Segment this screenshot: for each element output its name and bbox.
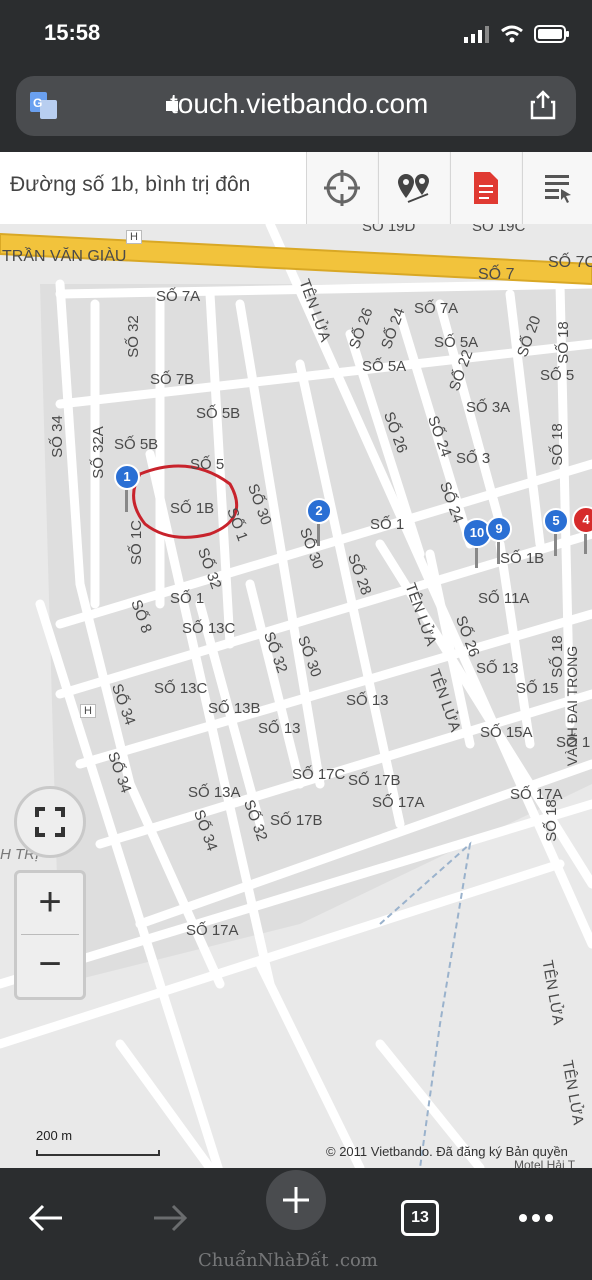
new-tab-button[interactable]	[266, 1170, 326, 1230]
pin-number: 9	[486, 516, 512, 542]
road-label: SỐ 34	[48, 415, 66, 458]
road-label: SỐ 13B	[208, 700, 261, 717]
road-label: SỐ 3	[456, 450, 491, 467]
map-pin[interactable]: 4	[572, 506, 592, 554]
road-label: SỐ 17C	[292, 766, 346, 783]
poi-label: Motel Hải T	[514, 1158, 576, 1168]
road-label: SỐ 32A	[89, 426, 107, 479]
tabs-button[interactable]: 13	[390, 1188, 450, 1248]
scale-bar	[36, 1150, 160, 1156]
road-label: SỐ 1B	[170, 500, 215, 517]
map-pin[interactable]: 5	[543, 508, 569, 556]
pin-number: 2	[306, 498, 332, 524]
forward-arrow-icon	[154, 1204, 188, 1232]
menu-list-icon	[545, 175, 571, 203]
fullscreen-button[interactable]	[14, 786, 86, 858]
search-input[interactable]	[8, 172, 270, 198]
road-label: SỐ 7B	[150, 371, 195, 388]
pin-number: 5	[543, 508, 569, 534]
watermark: ChuẩnNhàĐất .com	[198, 1250, 378, 1271]
plus-icon	[283, 1187, 309, 1213]
road-label: SỐ 5	[190, 456, 225, 473]
road-label: SỐ 19D	[362, 224, 416, 235]
crosshair-icon	[324, 170, 360, 206]
status-bar: 15:58	[0, 0, 592, 70]
road-label: SỐ 13	[346, 692, 389, 709]
layers-menu-button[interactable]	[522, 152, 592, 224]
road-label: SỐ 13	[258, 720, 301, 737]
svg-text:G: G	[33, 96, 42, 110]
road-label: SỐ 1	[370, 516, 405, 533]
fullscreen-icon	[35, 807, 65, 837]
road-label: SỐ 1	[170, 590, 205, 607]
zoom-control: + −	[14, 870, 86, 1000]
map-pin[interactable]: 9	[486, 516, 512, 564]
road-label: SỐ 13C	[154, 680, 208, 697]
map-toolbar	[0, 152, 592, 225]
road-label: SỐ 11A	[478, 590, 530, 607]
road-label: SỐ 13	[476, 660, 519, 677]
pin-number: 1	[114, 464, 140, 490]
road-label: SỐ 5B	[196, 405, 241, 422]
road-label: VÀNH ĐAI TRONG	[564, 645, 581, 767]
road-label: SỐ 5B	[114, 436, 159, 453]
road-label: TRẦN VĂN GIÀU	[2, 248, 127, 265]
road-label: SỐ 17B	[270, 812, 323, 829]
map-pin[interactable]: 1	[114, 464, 140, 512]
road-label: SỐ 3A	[466, 399, 511, 416]
road-label: SỐ 17A	[372, 794, 425, 811]
battery-icon	[534, 25, 569, 43]
road-label: SỐ 5	[540, 367, 575, 384]
zoom-in-button[interactable]: +	[17, 873, 83, 933]
more-icon	[519, 1214, 553, 1222]
road-label: SỐ 18	[548, 423, 566, 466]
signal-icon	[464, 26, 489, 43]
road-label: SỐ 1C	[128, 519, 146, 566]
document-icon	[474, 172, 498, 204]
copyright-text: © 2011 Vietbando. Đã đăng ký Bản quyền	[326, 1144, 568, 1159]
road-label: SỐ 32	[124, 315, 142, 358]
road-label: SỐ 17B	[348, 772, 401, 789]
road-label: SỐ 13A	[188, 784, 241, 801]
share-icon[interactable]	[530, 90, 556, 120]
road-label: SỐ 19C	[472, 224, 526, 235]
road-label: SỐ 17A	[186, 922, 239, 939]
road-label: SỐ 15A	[480, 724, 533, 741]
route-pins-icon	[398, 174, 429, 203]
clock: 15:58	[44, 20, 101, 45]
search-box[interactable]	[0, 152, 307, 224]
road-label: SỐ 7C	[548, 254, 592, 271]
map-pin[interactable]: 2	[306, 498, 332, 546]
back-arrow-icon	[28, 1204, 62, 1232]
wifi-icon	[501, 25, 523, 43]
zoom-out-button[interactable]: −	[17, 935, 83, 995]
directions-button[interactable]	[378, 152, 449, 224]
poi-marker[interactable]: H	[80, 704, 96, 718]
translate-icon[interactable]: G	[30, 92, 58, 120]
road-label: SỐ 7A	[156, 288, 201, 305]
url-text[interactable]: touch.vietbando.com	[170, 88, 428, 120]
locate-button[interactable]	[306, 152, 377, 224]
back-button[interactable]	[16, 1188, 76, 1248]
road-label: SỐ 18	[542, 799, 560, 842]
tab-count: 13	[401, 1200, 439, 1236]
map-canvas[interactable]	[0, 224, 592, 1168]
more-button[interactable]	[506, 1188, 566, 1248]
scale-label: 200 m	[36, 1128, 73, 1143]
road-label: SỐ 7	[478, 266, 515, 283]
road-label: SỐ 5A	[362, 358, 407, 375]
address-bar[interactable]: G touch.vietbando.com	[16, 76, 576, 136]
document-button[interactable]	[450, 152, 521, 224]
road-label: SỐ 5A	[434, 334, 479, 351]
road-label: SỐ 15	[516, 680, 559, 697]
pin-number: 4	[572, 506, 592, 534]
system-icons	[464, 24, 570, 44]
road-label: SỐ 13C	[182, 620, 236, 637]
poi-marker[interactable]: H	[126, 230, 142, 244]
map-view[interactable]: TRẦN VĂN GIÀU SỐ 7A SỐ 7 SỐ 7C SỐ 19C SỐ…	[0, 224, 592, 1168]
forward-button[interactable]	[140, 1188, 200, 1248]
road-label: SỐ 7A	[414, 300, 459, 317]
road-label: SỐ 18	[554, 321, 572, 364]
